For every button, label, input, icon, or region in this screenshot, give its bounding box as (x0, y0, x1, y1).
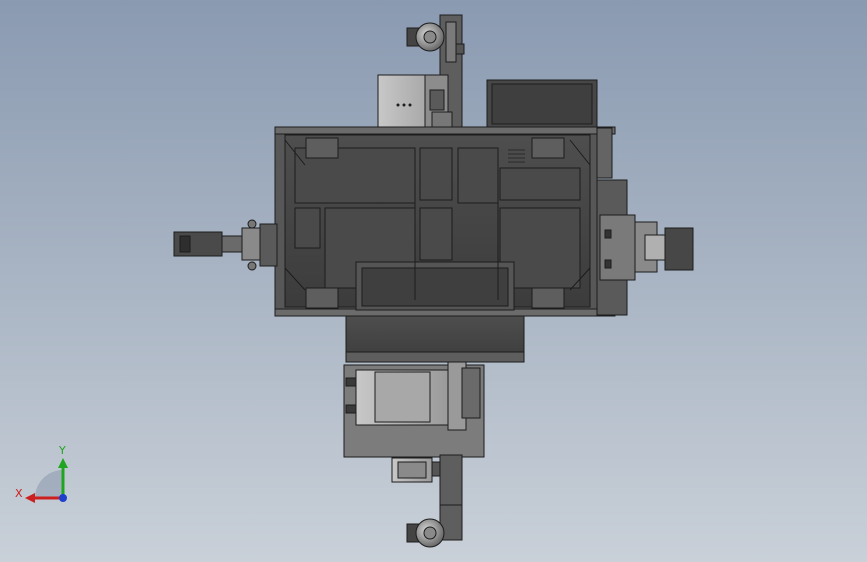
cad-model-view: Y X (15, 14, 694, 548)
main-frame (274, 126, 616, 317)
lower-platform (345, 315, 525, 363)
coordinate-triad: Y X (15, 444, 68, 503)
y-axis-label: Y (58, 444, 66, 457)
right-side-unit (596, 127, 694, 316)
cad-viewport[interactable]: Y X (0, 0, 867, 562)
top-housing-left (377, 74, 453, 131)
left-motor-assembly (173, 219, 278, 271)
y-axis-arrowhead (58, 458, 68, 468)
lower-carriage (343, 361, 485, 458)
x-axis-label: X (15, 487, 23, 500)
bottom-wheel-assembly (406, 504, 463, 548)
z-axis-dot (59, 494, 67, 502)
top-housing-right (486, 79, 598, 129)
x-axis-arrowhead (25, 493, 35, 503)
